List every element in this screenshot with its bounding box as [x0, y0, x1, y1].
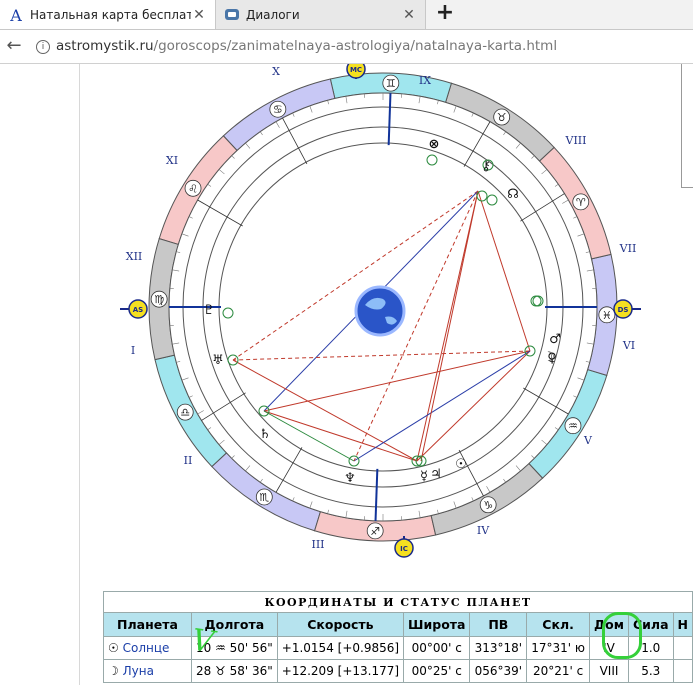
- url-field[interactable]: astromystik.ru/goroscops/zanimatelnaya-a…: [56, 38, 557, 54]
- venus-icon: ♀: [547, 351, 557, 366]
- pisces-icon: ♓: [602, 309, 612, 322]
- globe-disc: [354, 285, 406, 337]
- power-cell: 5.3: [627, 659, 674, 683]
- uranus-icon: ♅: [212, 353, 224, 368]
- table-title: КООРДИНАТЫ И СТАТУС ПЛАНЕТ: [103, 591, 693, 613]
- angle-label: IC: [400, 545, 408, 553]
- jupiter-icon: ♃: [430, 467, 442, 482]
- page-content: ♎ ♏ ♐ ♑ ♒ ♓ ♈ ♉ ♊ ♋ ♌ ♍ ☉ ☽ ☿ ♀ ♂ ♃ ♄ ♅ ♆ ♇ ⚷ ☊ ⊗ I II III IV V VI VI…: [0, 64, 693, 685]
- latitude-cell: 00°00' с: [403, 636, 471, 660]
- north-node-icon: ☊: [507, 187, 519, 202]
- handwritten-checkmark: V: [189, 622, 217, 661]
- col-header-latitude: Широта: [403, 612, 471, 637]
- house-label: I: [131, 344, 135, 357]
- angle-label: AS: [133, 306, 143, 314]
- col-header-speed: Скорость: [276, 612, 405, 637]
- house-label: X: [272, 65, 280, 78]
- latitude-cell: 00°25' с: [403, 659, 471, 683]
- extra-cell: [672, 659, 693, 683]
- house-label: III: [311, 538, 324, 551]
- natal-chart: ♎♏♐♑♒♓♈♉♊♋♌♍ ☉☽☿♀♂♃♄♅♆♇⚷☊⊗ IIIIIIIVVVIVI…: [120, 64, 641, 558]
- house-label: IV: [477, 524, 490, 537]
- planet-link[interactable]: Луна: [123, 664, 154, 678]
- col-header-extra: Н: [672, 612, 693, 637]
- taurus-icon: ♉: [497, 111, 507, 124]
- info-icon[interactable]: i: [36, 40, 50, 54]
- mercury-icon: ☿: [420, 469, 428, 484]
- tab-title: Диалоги: [246, 7, 300, 22]
- tab-dialogs[interactable]: Диалоги ✕: [216, 0, 426, 29]
- aries-icon: ♈: [576, 196, 586, 209]
- speed-cell: +1.0154 [+0.9856]: [276, 636, 405, 660]
- house-label: VIII: [565, 134, 587, 147]
- house-label: V: [583, 434, 593, 447]
- house-label: VI: [622, 339, 635, 352]
- gemini-icon: ♊: [386, 77, 396, 90]
- saturn-icon: ♄: [259, 427, 271, 442]
- astromystik-icon: A: [8, 7, 24, 23]
- new-tab-button[interactable]: +: [432, 2, 458, 26]
- close-tab-icon[interactable]: ✕: [191, 7, 207, 23]
- planet-cell[interactable]: ☽ Луна: [103, 659, 192, 683]
- pluto-icon: ♇: [203, 303, 215, 318]
- libra-icon: ♎: [180, 406, 190, 419]
- address-bar: ← i astromystik.ru/goroscops/zanimatelna…: [0, 30, 693, 64]
- url-path: /goroscops/zanimatelnaya-astrologiya/nat…: [153, 38, 558, 54]
- virgo-icon: ♍: [154, 293, 164, 306]
- declination-cell: 20°21' с: [526, 659, 591, 683]
- back-arrow-icon[interactable]: ←: [4, 36, 24, 56]
- planet-link[interactable]: Солнце: [123, 641, 170, 655]
- pv-cell: 313°18': [469, 636, 528, 660]
- scorpio-icon: ♏: [259, 491, 269, 504]
- house-label: VII: [619, 242, 637, 255]
- house-label: XII: [126, 250, 143, 263]
- table-row: ☽ Луна 28 ♉ 58' 36" +12.209 [+13.177] 00…: [103, 659, 693, 683]
- tab-title: Натальная карта бесплатно: [30, 7, 191, 22]
- longitude-cell: 28 ♉ 58' 36": [190, 659, 278, 683]
- chat-icon: [224, 7, 240, 23]
- angle-label: MC: [350, 66, 362, 74]
- col-header-planet: Планета: [103, 612, 192, 637]
- house-label: II: [184, 454, 193, 467]
- close-tab-icon[interactable]: ✕: [401, 7, 417, 23]
- tab-natal-chart[interactable]: A Натальная карта бесплатно ✕: [0, 0, 216, 29]
- highlight-circle: [602, 612, 642, 659]
- speed-cell: +12.209 [+13.177]: [276, 659, 405, 683]
- neptune-icon: ♆: [344, 471, 356, 486]
- tab-bar: A Натальная карта бесплатно ✕ Диалоги ✕ …: [0, 0, 693, 30]
- moon-icon: ☽: [108, 664, 119, 678]
- mars-icon: ♂: [549, 332, 561, 347]
- capricorn-icon: ♑: [483, 499, 493, 512]
- earth-globe-icon: [354, 285, 406, 337]
- house-label: XI: [166, 154, 178, 167]
- declination-cell: 17°31' ю: [526, 636, 591, 660]
- extra-cell: [672, 636, 693, 660]
- chiron-icon: ⚷: [481, 159, 491, 174]
- sun-icon: ☉: [455, 457, 467, 472]
- aquarius-icon: ♒: [568, 420, 578, 433]
- house-label: IX: [419, 74, 431, 87]
- planet-cell[interactable]: ☉ Солнце: [103, 636, 192, 660]
- sagittarius-icon: ♐: [370, 525, 380, 538]
- col-header-pv: ПВ: [469, 612, 528, 637]
- part-of-fortune-icon: ⊗: [429, 137, 440, 152]
- url-domain: astromystik.ru: [56, 38, 154, 54]
- leo-icon: ♌: [188, 182, 198, 195]
- house-cell: VIII: [589, 659, 629, 683]
- sun-icon: ☉: [108, 641, 119, 655]
- pv-cell: 056°39': [469, 659, 528, 683]
- cancer-icon: ♋: [273, 103, 283, 116]
- svg-text:A: A: [9, 7, 22, 23]
- col-header-declination: Скл.: [526, 612, 591, 637]
- angle-label: DS: [618, 306, 629, 314]
